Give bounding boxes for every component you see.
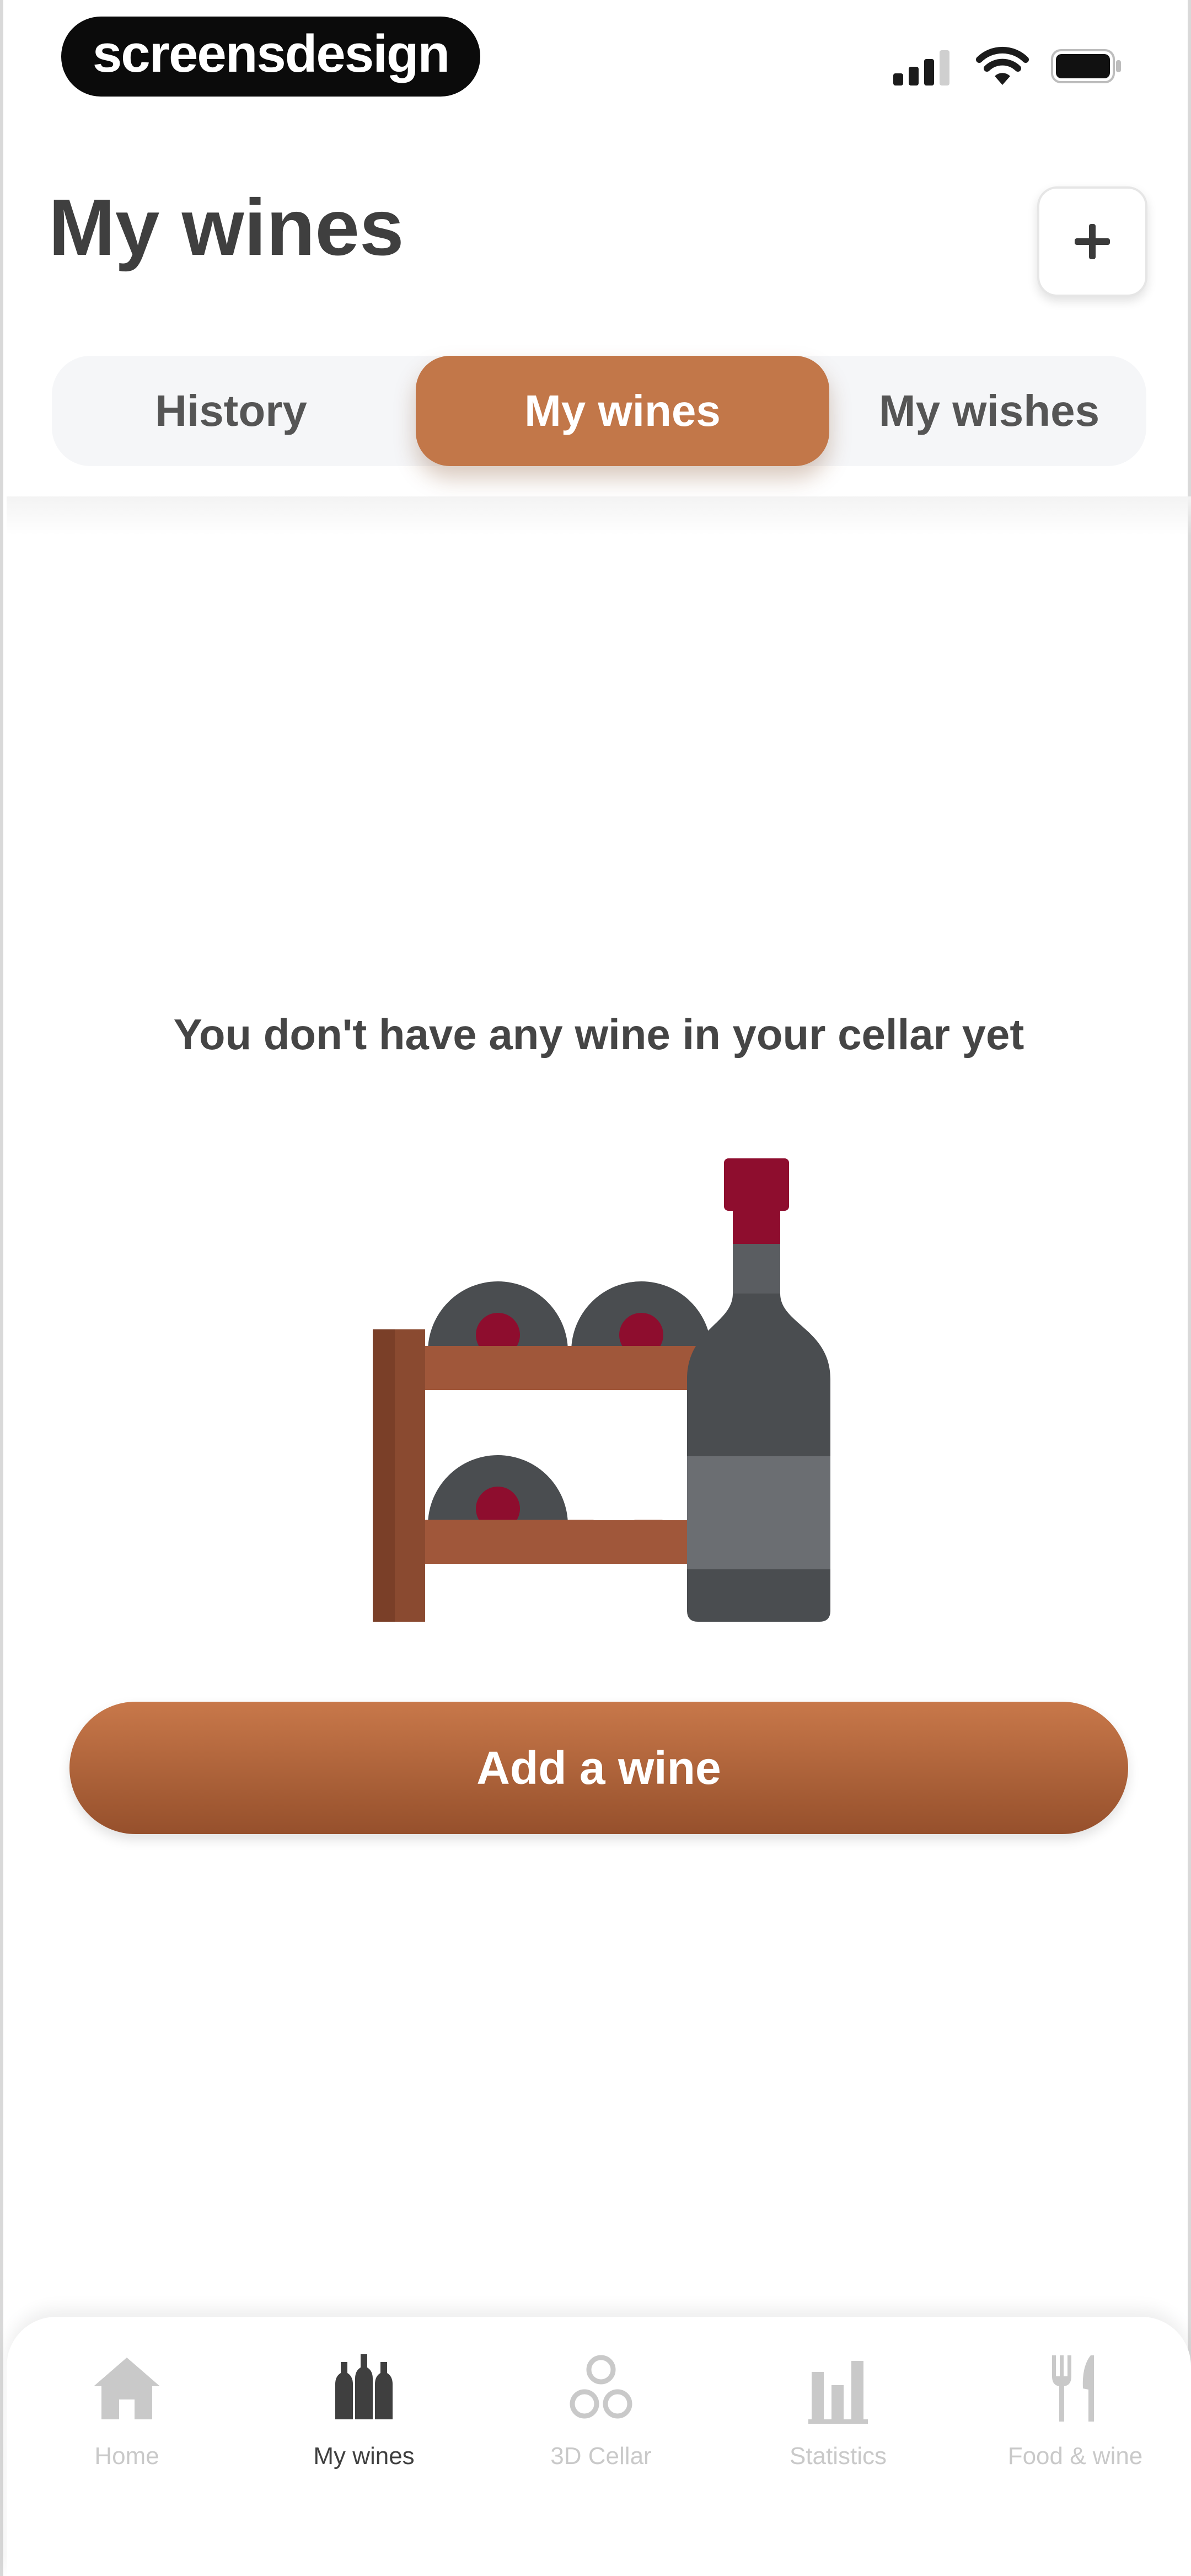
- watermark-text: screensdesign: [92, 24, 450, 83]
- nav-item-food-and-wine[interactable]: Food & wine: [959, 2344, 1191, 2526]
- add-wine-top-button[interactable]: [1037, 186, 1147, 297]
- add-wine-button-label: Add a wine: [476, 1741, 721, 1794]
- nav-label-my-wines: My wines: [313, 2443, 415, 2470]
- nav-item-my-wines[interactable]: My wines: [248, 2344, 480, 2526]
- nav-item-home[interactable]: Home: [11, 2344, 243, 2526]
- signal-icon: [893, 50, 949, 85]
- status-bar: screensdesign: [3, 0, 1191, 127]
- battery-icon: [1051, 49, 1121, 83]
- nav-label-3d-cellar: 3D Cellar: [550, 2443, 652, 2470]
- segmented-tabs: History My wines My wishes: [52, 356, 1146, 466]
- tab-my-wines[interactable]: My wines: [416, 356, 829, 466]
- nav-item-3d-cellar[interactable]: 3D Cellar: [485, 2344, 717, 2526]
- tab-my-wishes[interactable]: My wishes: [832, 356, 1146, 466]
- nav-label-home: Home: [94, 2443, 159, 2470]
- home-icon: [83, 2344, 171, 2433]
- tab-my-wines-label: My wines: [524, 386, 721, 435]
- wifi-icon: [976, 46, 1029, 85]
- plus-icon: [1075, 224, 1110, 259]
- nav-label-food-and-wine: Food & wine: [1007, 2443, 1143, 2470]
- nav-label-statistics: Statistics: [789, 2443, 887, 2470]
- page-title: My wines: [49, 183, 404, 272]
- fork-knife-icon: [1031, 2344, 1119, 2433]
- tab-history[interactable]: History: [52, 356, 410, 466]
- bottles-icon: [320, 2344, 408, 2433]
- empty-state-message: You don't have any wine in your cellar y…: [173, 1010, 1024, 1059]
- tab-history-label: History: [155, 386, 307, 435]
- status-icons: [893, 44, 1123, 88]
- app-frame: screensdesign My wines History My wines …: [0, 0, 1191, 2576]
- nav-item-statistics[interactable]: Statistics: [722, 2344, 954, 2526]
- cellar-icon: [557, 2344, 645, 2433]
- add-wine-button[interactable]: Add a wine: [69, 1702, 1128, 1834]
- bar-chart-icon: [794, 2344, 882, 2433]
- watermark-logo: screensdesign: [61, 17, 480, 97]
- bottom-navigation: Home My wines 3D Cellar Statistics Food …: [7, 2317, 1191, 2576]
- header-divider: [7, 496, 1191, 535]
- wine-rack-with-bottle-icon: [373, 1158, 830, 1622]
- tab-my-wishes-label: My wishes: [878, 386, 1100, 435]
